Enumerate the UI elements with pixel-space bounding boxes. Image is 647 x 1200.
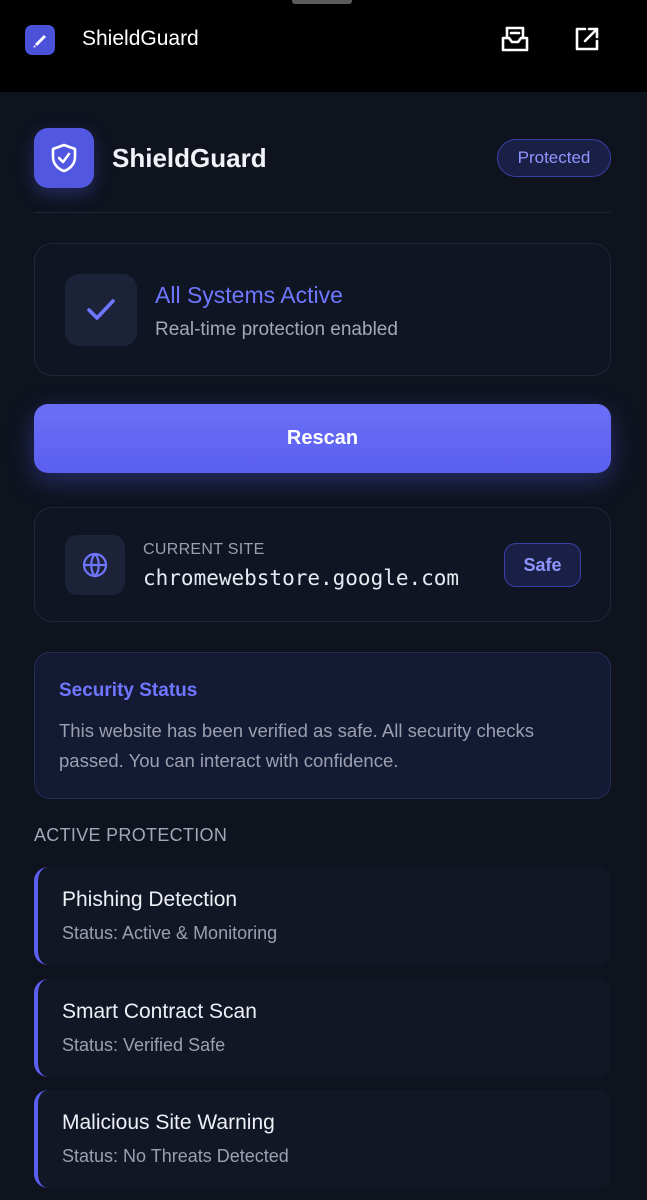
- current-site-card: CURRENT SITE chromewebstore.google.com S…: [34, 507, 611, 622]
- globe-icon: [65, 535, 125, 595]
- protection-item-title: Malicious Site Warning: [62, 1111, 275, 1134]
- protection-item-malicious-site: Malicious Site Warning Status: No Threat…: [34, 1090, 611, 1188]
- drag-handle[interactable]: [292, 0, 352, 4]
- safe-badge: Safe: [504, 543, 581, 587]
- status-subtitle: Real-time protection enabled: [155, 319, 398, 340]
- current-site-domain: chromewebstore.google.com: [143, 566, 460, 590]
- protection-item-smart-contract: Smart Contract Scan Status: Verified Saf…: [34, 979, 611, 1077]
- open-external-button[interactable]: [570, 22, 604, 56]
- protection-item-status: Status: No Threats Detected: [62, 1146, 289, 1166]
- protected-badge: Protected: [497, 139, 611, 177]
- save-page-icon: [501, 26, 529, 52]
- protection-item-status: Status: Verified Safe: [62, 1035, 226, 1055]
- extension-topbar: ShieldGuard: [0, 0, 647, 92]
- security-status-title: Security Status: [59, 680, 198, 701]
- status-title: All Systems Active: [155, 282, 343, 308]
- topbar-title: ShieldGuard: [82, 27, 199, 50]
- shield-extension-icon: [25, 25, 55, 55]
- protection-item-phishing: Phishing Detection Status: Active & Moni…: [34, 867, 611, 965]
- protection-item-title: Phishing Detection: [62, 888, 238, 911]
- security-status-card: Security Status This website has been ve…: [34, 652, 611, 799]
- active-protection-title: ACTIVE PROTECTION: [34, 825, 228, 845]
- save-page-button[interactable]: [498, 22, 532, 56]
- app-title: ShieldGuard: [112, 143, 267, 173]
- security-status-text: This website has been verified as safe. …: [59, 720, 535, 771]
- protection-item-title: Smart Contract Scan: [62, 1000, 257, 1023]
- system-status-card: All Systems Active Real-time protection …: [34, 243, 611, 376]
- rescan-button[interactable]: Rescan: [34, 404, 611, 473]
- protection-item-status: Status: Active & Monitoring: [62, 923, 278, 943]
- current-site-label: CURRENT SITE: [143, 541, 265, 558]
- checkmark-icon: [65, 274, 137, 346]
- header-divider: [34, 212, 611, 213]
- open-external-icon: [575, 27, 599, 51]
- shield-check-icon: [34, 128, 94, 188]
